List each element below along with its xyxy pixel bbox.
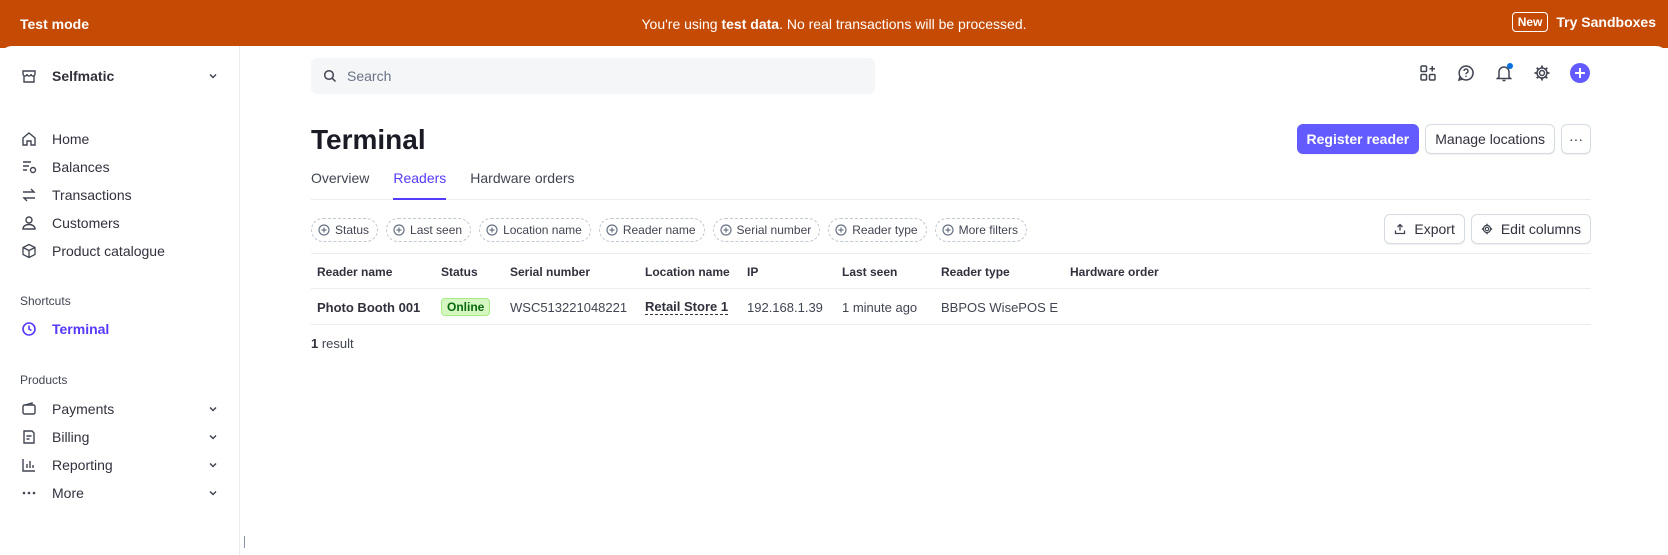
- chevron-down-icon: [206, 458, 220, 472]
- table-row[interactable]: Photo Booth 001 Online WSC513221048221 R…: [311, 289, 1591, 325]
- sidebar-item-customers[interactable]: Customers: [20, 210, 220, 236]
- product-catalogue-icon: [20, 242, 38, 260]
- filter-last-seen[interactable]: Last seen: [386, 218, 472, 242]
- table-actions: Export Edit columns: [1384, 214, 1591, 244]
- sidebar-item-balances[interactable]: Balances: [20, 154, 220, 180]
- gear-icon[interactable]: [1531, 62, 1553, 84]
- more-dots-icon: [20, 484, 38, 502]
- sidebar-item-reporting[interactable]: Reporting: [20, 452, 220, 478]
- create-plus-icon[interactable]: [1569, 62, 1591, 84]
- plus-circle-icon: [486, 224, 498, 236]
- chevron-down-icon: [206, 486, 220, 500]
- reader-name-cell: Photo Booth 001: [317, 299, 421, 315]
- sidebar: Selfmatic Home Balances Transactions Cus…: [0, 46, 240, 555]
- shortcuts-label: Shortcuts: [20, 294, 71, 308]
- sidebar-item-transactions[interactable]: Transactions: [20, 182, 220, 208]
- filter-location-name[interactable]: Location name: [479, 218, 591, 242]
- apps-icon[interactable]: [1417, 62, 1439, 84]
- readers-table: Reader name Status Serial number Locatio…: [311, 253, 1591, 325]
- plus-circle-icon: [606, 224, 618, 236]
- reader-type-cell: BBPOS WisePOS E: [941, 299, 1059, 315]
- tab-readers[interactable]: Readers: [393, 170, 447, 200]
- plus-circle-icon: [318, 224, 330, 236]
- try-sandboxes-link[interactable]: New Try Sandboxes: [1511, 12, 1656, 32]
- last-seen-cell: 1 minute ago: [842, 299, 918, 315]
- table-header-row: Reader name Status Serial number Locatio…: [311, 253, 1591, 289]
- try-sandboxes-label[interactable]: Try Sandboxes: [1556, 14, 1656, 30]
- filter-serial-number[interactable]: Serial number: [712, 218, 821, 242]
- search-input[interactable]: [347, 68, 827, 84]
- status-cell: Online: [441, 289, 491, 325]
- column-header-serial-number[interactable]: Serial number: [510, 254, 590, 290]
- chevron-down-icon: [206, 430, 220, 444]
- main-content: Terminal Register reader Manage location…: [311, 46, 1591, 555]
- chevron-down-icon: [206, 69, 220, 83]
- sidebar-item-product-catalogue[interactable]: Product catalogue: [20, 238, 220, 264]
- search-icon: [323, 68, 339, 84]
- more-actions-button[interactable]: ···: [1561, 124, 1591, 154]
- customers-icon: [20, 214, 38, 232]
- products-label: Products: [20, 373, 68, 387]
- column-header-location-name[interactable]: Location name: [645, 254, 730, 290]
- filter-reader-type[interactable]: Reader type: [828, 218, 927, 242]
- plus-circle-icon: [835, 224, 847, 236]
- balances-icon: [20, 158, 38, 176]
- home-icon: [20, 130, 38, 148]
- sidebar-item-terminal[interactable]: Terminal: [20, 316, 220, 342]
- account-switcher[interactable]: Selfmatic: [20, 62, 220, 90]
- edit-columns-button[interactable]: Edit columns: [1470, 214, 1591, 244]
- tab-bar: Overview Readers Hardware orders: [311, 170, 1591, 200]
- billing-icon: [20, 428, 38, 446]
- sidebar-resize-handle[interactable]: [244, 536, 245, 548]
- sidebar-item-home[interactable]: Home: [20, 126, 220, 152]
- column-header-ip[interactable]: IP: [747, 254, 758, 290]
- new-badge: New: [1511, 12, 1549, 32]
- notification-dot: [1507, 63, 1513, 69]
- filter-reader-name[interactable]: Reader name: [598, 218, 705, 242]
- chevron-down-icon: [206, 402, 220, 416]
- clock-icon: [20, 320, 38, 338]
- export-icon: [1394, 222, 1408, 236]
- notifications-bell-icon[interactable]: [1493, 62, 1515, 84]
- sidebar-item-billing[interactable]: Billing: [20, 424, 220, 450]
- store-icon: [20, 67, 38, 85]
- sidebar-item-more[interactable]: More: [20, 480, 220, 506]
- register-reader-button[interactable]: Register reader: [1296, 124, 1420, 154]
- status-badge: Online: [441, 298, 491, 316]
- manage-locations-button[interactable]: Manage locations: [1425, 124, 1555, 154]
- sidebar-item-payments[interactable]: Payments: [20, 396, 220, 422]
- tab-overview[interactable]: Overview: [311, 170, 369, 200]
- reporting-icon: [20, 456, 38, 474]
- ip-cell: 192.168.1.39: [747, 299, 823, 315]
- test-mode-banner: Test mode You're using test data. No rea…: [0, 0, 1668, 48]
- export-button[interactable]: Export: [1384, 214, 1465, 244]
- tab-hardware-orders[interactable]: Hardware orders: [470, 170, 574, 200]
- serial-number-cell: WSC513221048221: [510, 299, 628, 315]
- transactions-icon: [20, 186, 38, 204]
- page-actions: Register reader Manage locations ···: [1296, 124, 1591, 154]
- filter-more-filters[interactable]: More filters: [934, 218, 1027, 242]
- column-header-reader-type[interactable]: Reader type: [941, 254, 1010, 290]
- column-header-hardware-order[interactable]: Hardware order: [1070, 254, 1159, 290]
- gear-icon: [1481, 222, 1495, 236]
- column-header-reader-name[interactable]: Reader name: [317, 254, 392, 290]
- top-toolbar: [1417, 62, 1591, 84]
- location-link[interactable]: Retail Store 1: [645, 299, 729, 315]
- account-name: Selfmatic: [52, 68, 115, 84]
- column-header-status[interactable]: Status: [441, 254, 478, 290]
- location-name-cell: Retail Store 1: [645, 289, 729, 325]
- search-bar[interactable]: [311, 58, 875, 94]
- page-title: Terminal: [311, 124, 426, 155]
- plus-circle-icon: [719, 224, 732, 236]
- result-count: 1 result: [311, 336, 354, 351]
- column-header-last-seen[interactable]: Last seen: [842, 254, 897, 290]
- help-icon[interactable]: [1455, 62, 1477, 84]
- plus-circle-icon: [393, 224, 405, 236]
- plus-circle-icon: [942, 224, 954, 236]
- test-data-message: You're using test data. No real transact…: [641, 16, 1027, 32]
- main-panel: Selfmatic Home Balances Transactions Cus…: [0, 46, 1668, 555]
- wallet-icon: [20, 400, 38, 418]
- filter-bar: Status Last seen Location name Reader na…: [311, 218, 1027, 242]
- filter-status[interactable]: Status: [311, 218, 379, 242]
